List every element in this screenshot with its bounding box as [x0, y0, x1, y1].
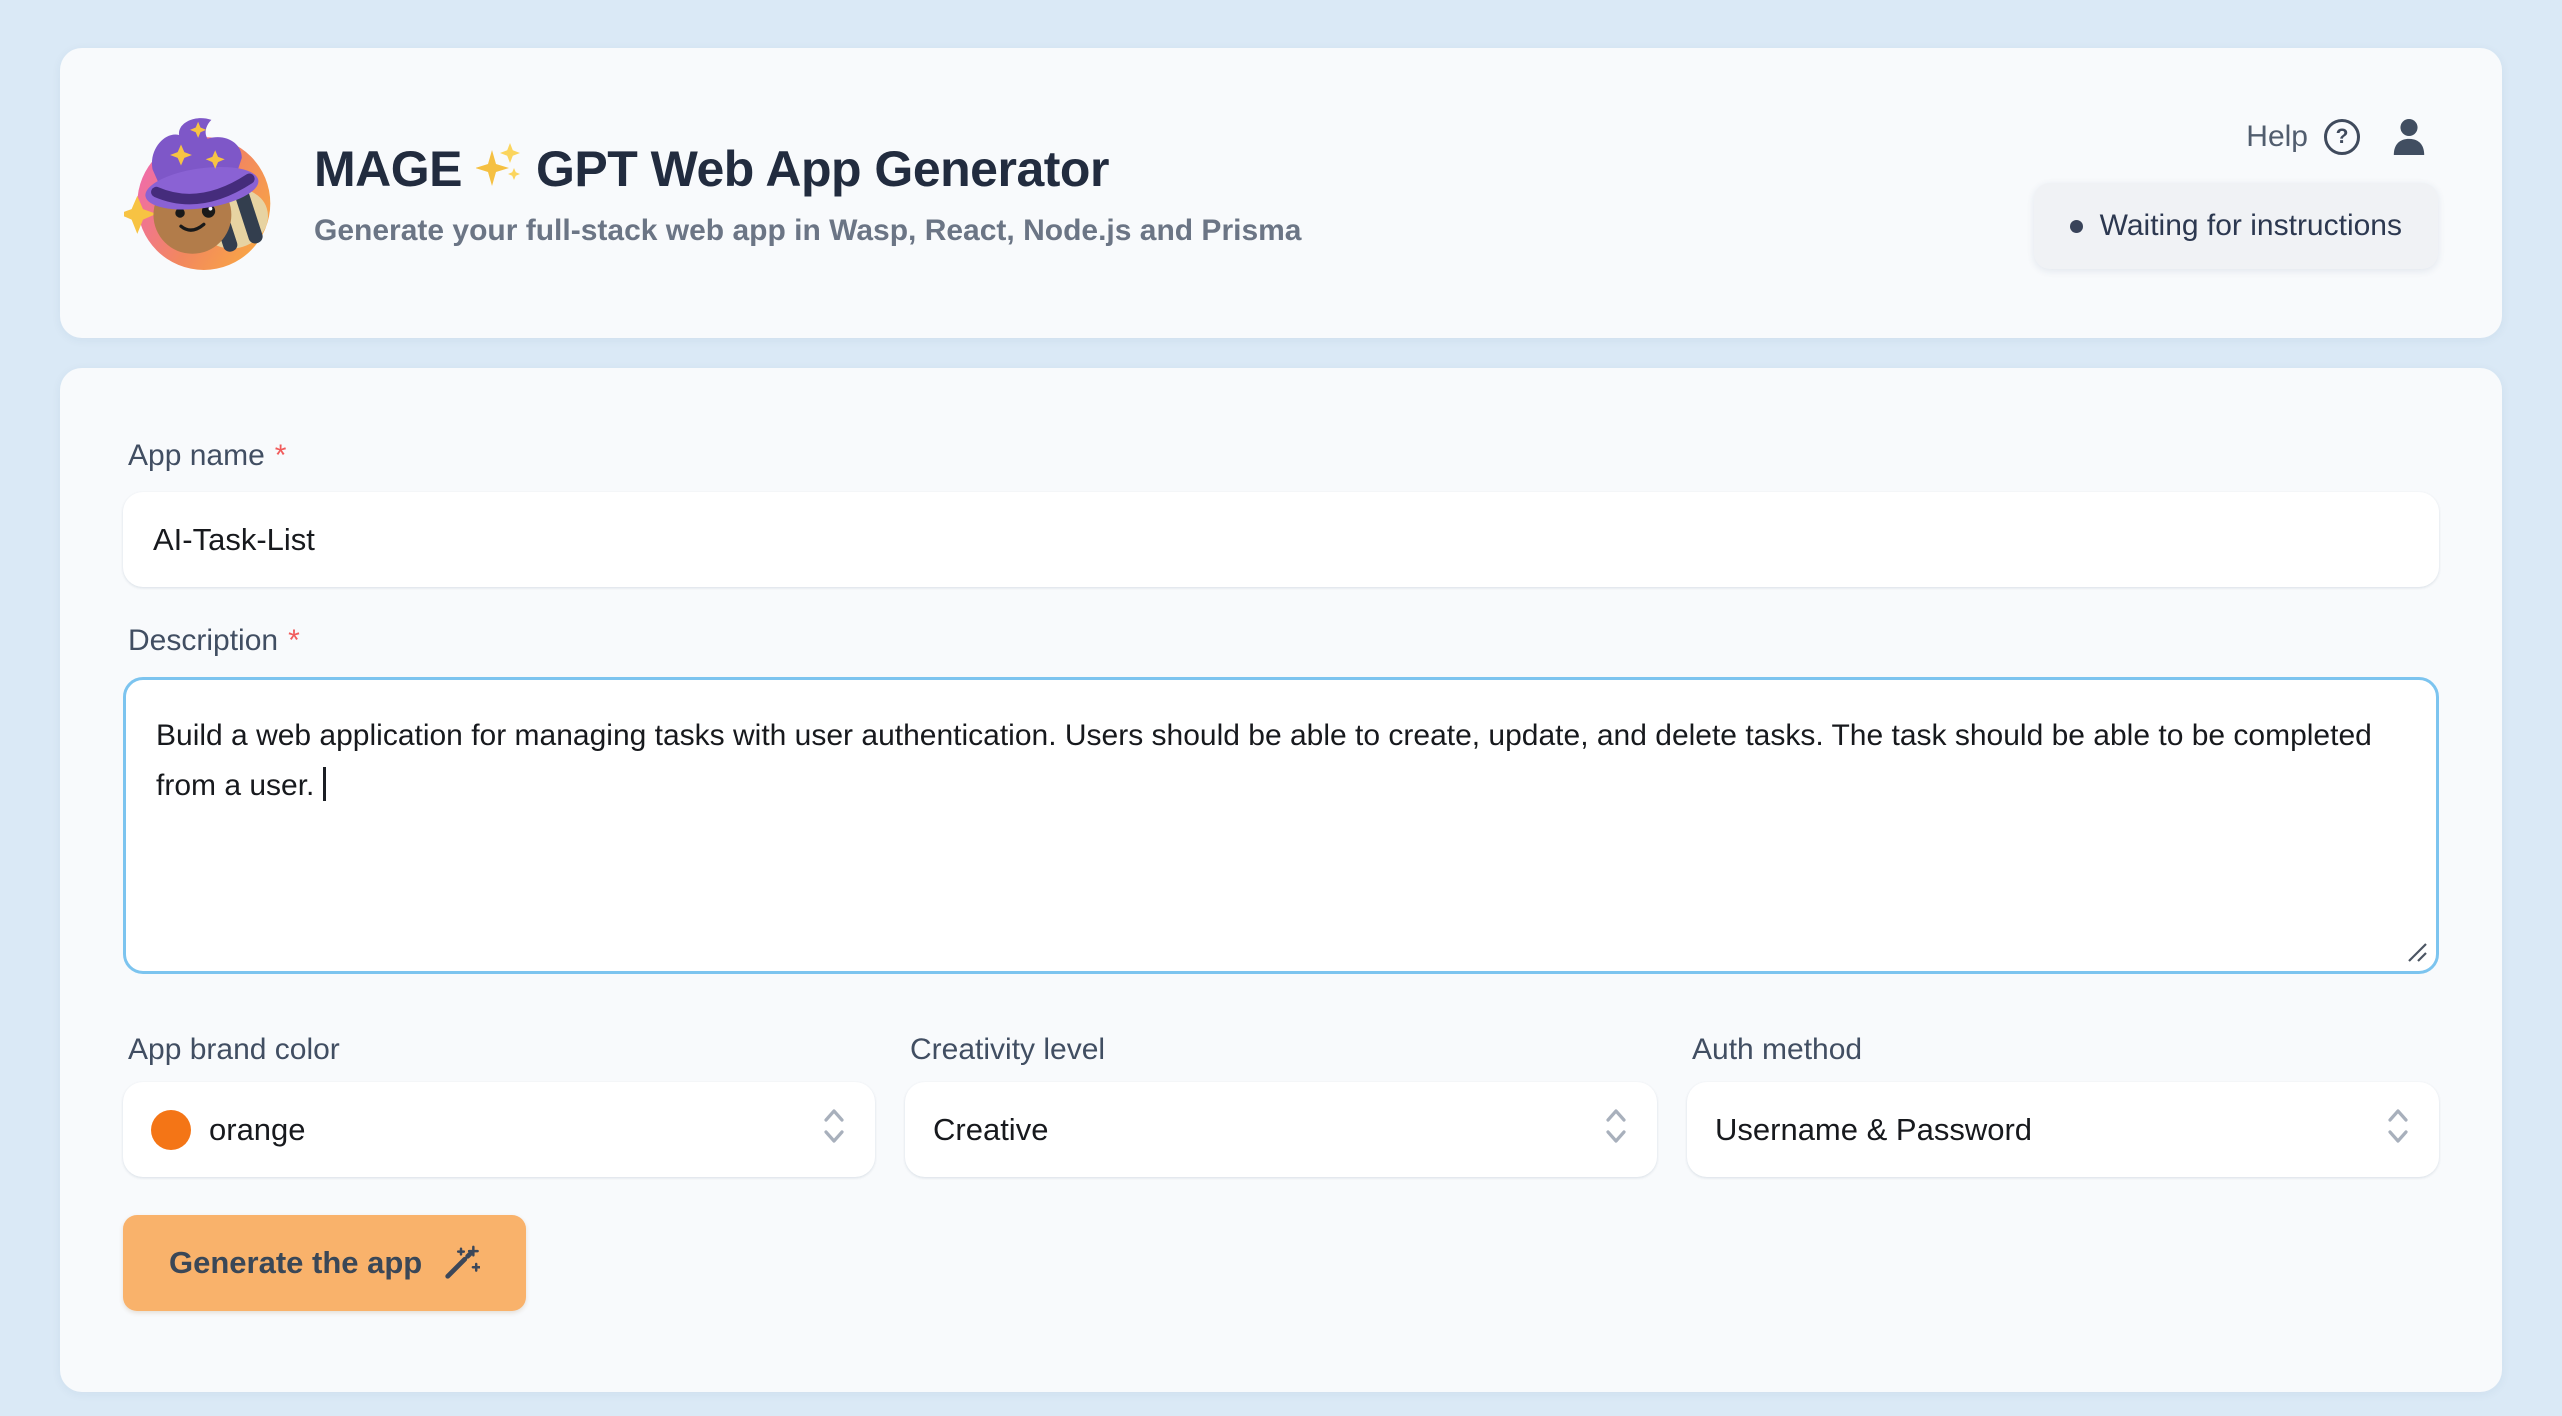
resize-grip-icon[interactable] — [2405, 940, 2429, 964]
header-right: Help ? Waiting for instructions — [2034, 117, 2438, 269]
creativity-value: Creative — [933, 1112, 1048, 1148]
user-icon[interactable] — [2390, 117, 2428, 157]
app-name-label-text: App name — [128, 439, 265, 472]
brand-color-select[interactable]: orange — [123, 1082, 875, 1177]
app-name-input[interactable] — [123, 492, 2439, 587]
creativity-select[interactable]: Creative — [905, 1082, 1657, 1177]
options-row: App brand color orange Creativity level … — [123, 1032, 2439, 1177]
creativity-field: Creativity level Creative — [905, 1032, 1657, 1177]
help-link[interactable]: Help — [2246, 120, 2308, 154]
header-card: MAGE GPT Web App Generator Generate your… — [60, 48, 2502, 338]
up-down-chevrons-icon — [1603, 1104, 1629, 1156]
magic-wand-icon — [442, 1244, 480, 1282]
app-name-required-asterisk: * — [275, 439, 287, 472]
text-caret-icon — [323, 767, 326, 801]
auth-method-select[interactable]: Username & Password — [1687, 1082, 2439, 1177]
page-title: MAGE GPT Web App Generator — [314, 138, 1302, 200]
up-down-chevrons-icon — [2385, 1104, 2411, 1156]
creativity-label: Creativity level — [905, 1032, 1657, 1068]
description-label: Description * — [123, 623, 2439, 659]
app-name-label: App name * — [123, 438, 2439, 474]
form-card: App name * Description * Build a web appli… — [60, 368, 2502, 1392]
brand-color-label: App brand color — [123, 1032, 875, 1068]
status-text: Waiting for instructions — [2100, 209, 2402, 243]
title-block: MAGE GPT Web App Generator Generate your… — [314, 138, 1302, 248]
orange-swatch-icon — [151, 1110, 191, 1150]
up-down-chevrons-icon — [821, 1104, 847, 1156]
status-badge: Waiting for instructions — [2034, 183, 2438, 269]
brand-color-value: orange — [209, 1112, 306, 1148]
brand-color-field: App brand color orange — [123, 1032, 875, 1177]
sparkles-icon — [476, 140, 522, 202]
auth-method-value: Username & Password — [1715, 1112, 2032, 1148]
help-row: Help ? — [2246, 117, 2428, 157]
title-rest: GPT Web App Generator — [536, 140, 1109, 198]
generate-app-button[interactable]: Generate the app — [123, 1215, 526, 1311]
help-question-icon[interactable]: ? — [2324, 119, 2360, 155]
auth-method-label: Auth method — [1687, 1032, 2439, 1068]
auth-method-field: Auth method Username & Password — [1687, 1032, 2439, 1177]
mage-logo — [124, 111, 276, 275]
status-dot-icon — [2070, 220, 2083, 233]
description-textarea[interactable]: Build a web application for managing tas… — [123, 677, 2439, 974]
description-text: Build a web application for managing tas… — [156, 719, 2380, 802]
page-subtitle: Generate your full-stack web app in Wasp… — [314, 214, 1302, 248]
description-required-asterisk: * — [288, 624, 300, 657]
mage-bee-logo-icon — [124, 111, 276, 275]
generate-app-button-label: Generate the app — [169, 1245, 422, 1281]
title-mage: MAGE — [314, 140, 462, 198]
description-label-text: Description — [128, 624, 278, 657]
